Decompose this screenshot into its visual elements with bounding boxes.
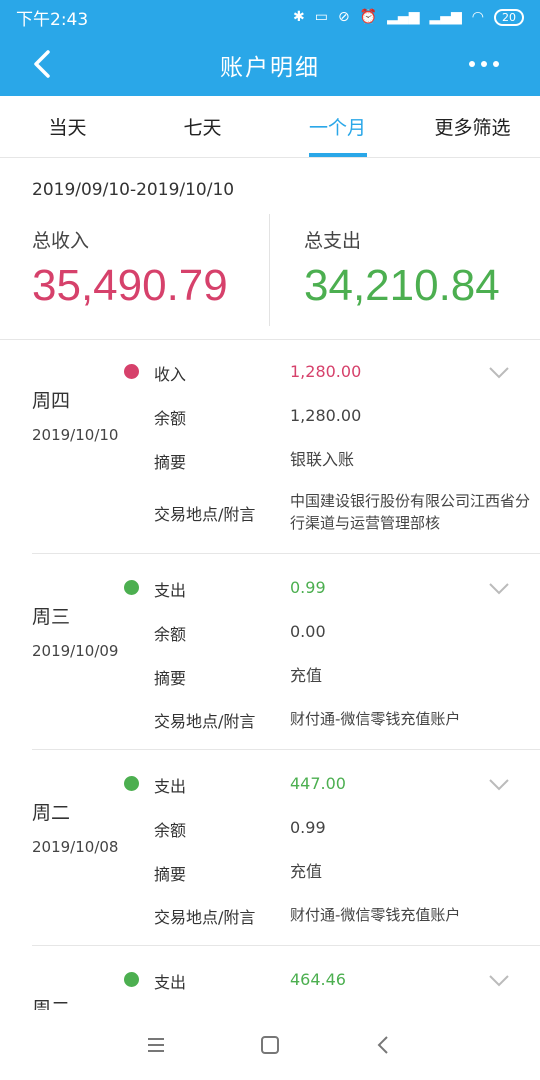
expense-total: 34,210.84 (304, 261, 500, 310)
menu-icon[interactable] (144, 1033, 168, 1057)
signal-icon: ▂▄▆ (387, 9, 420, 25)
chevron-down-icon[interactable] (488, 582, 510, 596)
dnd-icon: ⊘ (337, 9, 350, 25)
record-summary: 充值 (290, 862, 323, 881)
location-label: 交易地点/附言 (154, 505, 256, 524)
location-label: 交易地点/附言 (154, 908, 256, 927)
record-summary-row: 摘要 银联入账 (154, 449, 534, 473)
wifi-icon: ◠ (471, 9, 484, 25)
income-label: 总收入 (32, 230, 90, 252)
back-arrow-icon[interactable] (26, 46, 62, 82)
record-balance-row: 余额 0.00 (154, 621, 534, 645)
more-options-icon[interactable] (464, 52, 504, 76)
record-type-row: 支出 0.99 (154, 577, 534, 601)
status-time: 下午2:43 (16, 9, 89, 30)
bluetooth-icon: ✱ (293, 9, 305, 25)
transaction-item[interactable]: 周四 2019/10/10 收入 1,280.00 余额 1,280.00 摘要… (32, 340, 540, 554)
income-block: 总收入 35,490.79 (32, 226, 228, 311)
location-label: 交易地点/附言 (154, 712, 256, 731)
record-location-row: 交易地点/附言 财付通-微信零钱充值账户 (154, 708, 534, 732)
record-location: 中国建设银行股份有限公司江西省分行渠道与运营管理部核 (290, 492, 531, 532)
balance-label: 余额 (154, 821, 187, 840)
record-type: 支出 (154, 973, 187, 992)
app-bar: 账户明细 (0, 34, 540, 96)
summary-divider (269, 214, 270, 326)
record-weekday: 周二 (32, 802, 71, 824)
status-icons: ✱ ▭ ⊘ ⏰ ▂▄▆ ▂▄▆ ◠ 20 (293, 8, 524, 26)
record-location: 财付通-微信零钱充值账户 (290, 710, 461, 728)
summary-label: 摘要 (154, 865, 187, 884)
record-balance: 0.00 (290, 622, 326, 641)
income-dot-icon (124, 364, 139, 379)
record-weekday: 周三 (32, 606, 71, 628)
summary-label: 摘要 (154, 669, 187, 688)
battery-icon: 20 (494, 8, 524, 26)
expense-label: 总支出 (304, 230, 362, 252)
page-title: 账户明细 (220, 55, 320, 81)
expense-block: 总支出 34,210.84 (304, 226, 500, 311)
alarm-icon: ⏰ (359, 9, 378, 25)
record-date: 2019/10/10 (32, 426, 119, 444)
expense-dot-icon (124, 776, 139, 791)
vibrate-icon: ▭ (314, 9, 328, 25)
record-weekday: 周四 (32, 390, 71, 412)
status-bar: 下午2:43 ✱ ▭ ⊘ ⏰ ▂▄▆ ▂▄▆ ◠ 20 (0, 0, 540, 34)
record-balance-row: 余额 0.99 (154, 817, 534, 841)
transaction-item[interactable]: 周二 支出 464.46 (32, 946, 540, 1010)
date-range: 2019/09/10-2019/10/10 (32, 180, 235, 200)
tab-today[interactable]: 当天 (0, 96, 135, 157)
balance-label: 余额 (154, 409, 187, 428)
home-icon[interactable] (258, 1033, 282, 1057)
record-type: 收入 (154, 365, 187, 384)
transaction-item[interactable]: 周二 2019/10/08 支出 447.00 余额 0.99 摘要 充值 交易… (32, 750, 540, 946)
record-date: 2019/10/08 (32, 838, 119, 856)
record-type-row: 支出 447.00 (154, 773, 534, 797)
record-balance: 0.99 (290, 818, 326, 837)
summary-label: 摘要 (154, 453, 187, 472)
record-summary-row: 摘要 充值 (154, 861, 534, 885)
expense-dot-icon (124, 972, 139, 987)
record-summary: 充值 (290, 666, 323, 685)
tab-one-month[interactable]: 一个月 (270, 96, 405, 157)
signal-icon-2: ▂▄▆ (429, 9, 462, 25)
record-date: 2019/10/09 (32, 642, 119, 660)
record-balance-row: 余额 1,280.00 (154, 405, 534, 429)
record-location-row: 交易地点/附言 中国建设银行股份有限公司江西省分行渠道与运营管理部核 (154, 490, 534, 534)
summary-panel: 2019/09/10-2019/10/10 总收入 35,490.79 总支出 … (0, 158, 540, 340)
record-type-row: 支出 464.46 (154, 969, 534, 993)
chevron-down-icon[interactable] (488, 974, 510, 988)
record-summary-row: 摘要 充值 (154, 665, 534, 689)
record-summary: 银联入账 (290, 450, 355, 469)
record-type-row: 收入 1,280.00 (154, 361, 534, 385)
record-location-row: 交易地点/附言 财付通-微信零钱充值账户 (154, 904, 534, 928)
expense-dot-icon (124, 580, 139, 595)
chevron-down-icon[interactable] (488, 778, 510, 792)
transaction-item[interactable]: 周三 2019/10/09 支出 0.99 余额 0.00 摘要 充值 交易地点… (32, 554, 540, 750)
record-type: 支出 (154, 777, 187, 796)
back-icon[interactable] (372, 1033, 396, 1057)
record-balance: 1,280.00 (290, 406, 362, 425)
filter-tabs: 当天 七天 一个月 更多筛选 (0, 96, 540, 158)
tab-more-filters[interactable]: 更多筛选 (405, 96, 540, 157)
record-location: 财付通-微信零钱充值账户 (290, 906, 461, 924)
record-weekday: 周二 (32, 998, 71, 1010)
chevron-down-icon[interactable] (488, 366, 510, 380)
transaction-list: 周四 2019/10/10 收入 1,280.00 余额 1,280.00 摘要… (0, 340, 540, 1010)
record-type: 支出 (154, 581, 187, 600)
tab-seven-days[interactable]: 七天 (135, 96, 270, 157)
income-total: 35,490.79 (32, 261, 228, 310)
system-nav-bar (0, 1010, 540, 1080)
balance-label: 余额 (154, 625, 187, 644)
